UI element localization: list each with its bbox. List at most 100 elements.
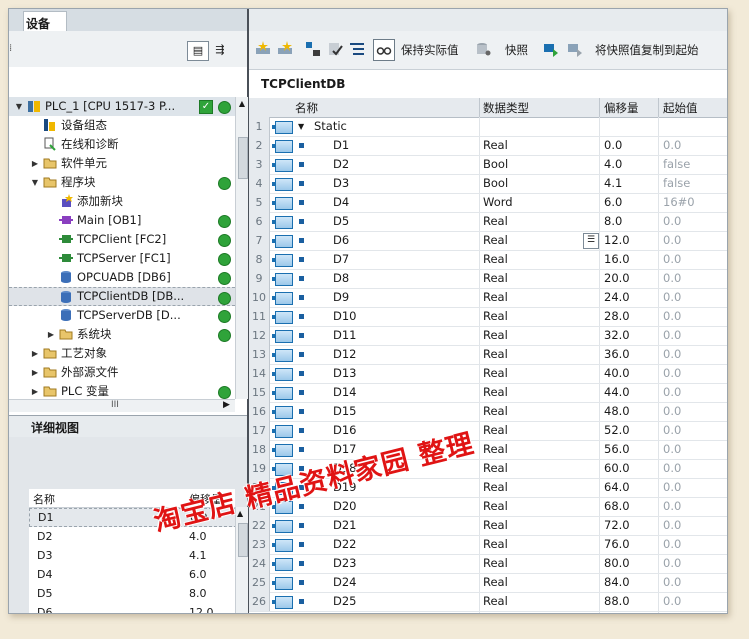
db-var-name[interactable]: D8 xyxy=(333,269,349,288)
row-number[interactable]: 17 xyxy=(249,421,270,440)
db-var-type[interactable]: Real xyxy=(483,459,508,478)
tree-item[interactable]: ▶ PLC 变量 xyxy=(9,382,235,399)
db-var-name[interactable]: D13 xyxy=(333,364,357,383)
scroll-right-icon[interactable]: ▶ xyxy=(223,400,230,410)
db-var-type[interactable]: Real xyxy=(483,326,508,345)
db-var-start-value[interactable]: 0.0 xyxy=(663,136,681,155)
expand-arrow-icon[interactable]: ▶ xyxy=(31,382,39,399)
copy-snapshot-to-start-button[interactable]: 将快照值复制到起始 xyxy=(595,42,699,58)
db-row[interactable]: 12 D11 Real 32.0 0.0 xyxy=(249,326,727,346)
db-var-start-value[interactable]: 0.0 xyxy=(663,212,681,231)
db-row[interactable]: 13 D12 Real 36.0 0.0 xyxy=(249,345,727,365)
row-number[interactable]: 8 xyxy=(249,250,270,269)
db-row[interactable]: 11 D10 Real 28.0 0.0 xyxy=(249,307,727,327)
row-number[interactable]: 9 xyxy=(249,269,270,288)
db-row[interactable]: 5 D4 Word 6.0 16#0 xyxy=(249,193,727,213)
tree-item[interactable]: TCPServer [FC1] xyxy=(9,249,235,268)
db-row[interactable]: 17 D16 Real 52.0 0.0 xyxy=(249,421,727,441)
monitor-all-button[interactable] xyxy=(373,39,395,61)
detail-row[interactable]: D5 8.0 xyxy=(29,584,235,603)
db-var-name[interactable]: D25 xyxy=(333,592,357,611)
row-number[interactable]: 15 xyxy=(249,383,270,402)
overview-button[interactable]: ▤ xyxy=(187,41,209,61)
db-var-name[interactable]: D15 xyxy=(333,402,357,421)
row-number[interactable]: 16 xyxy=(249,402,270,421)
row-number[interactable]: 1 xyxy=(249,117,270,136)
db-var-name[interactable]: D5 xyxy=(333,212,349,231)
expand-arrow-icon[interactable]: ▶ xyxy=(31,154,39,173)
detail-row[interactable]: D3 4.1 xyxy=(29,546,235,565)
db-var-type[interactable]: Real xyxy=(483,345,508,364)
row-number[interactable]: 3 xyxy=(249,155,270,174)
db-var-type[interactable]: Real xyxy=(483,440,508,459)
db-var-start-value[interactable]: 0.0 xyxy=(663,478,681,497)
db-var-type[interactable]: Real xyxy=(483,421,508,440)
db-var-name[interactable]: D14 xyxy=(333,383,357,402)
col-type[interactable]: 数据类型 xyxy=(483,100,529,116)
row-number[interactable]: 11 xyxy=(249,307,270,326)
scroll-up-icon[interactable]: ▲ xyxy=(237,99,247,109)
db-var-name[interactable]: D12 xyxy=(333,345,357,364)
snapshot-icon[interactable] xyxy=(475,41,491,57)
db-var-start-value[interactable]: 0.0 xyxy=(663,326,681,345)
db-var-start-value[interactable]: 0.0 xyxy=(663,250,681,269)
row-number[interactable]: 22 xyxy=(249,516,270,535)
snapshot-button[interactable]: 快照 xyxy=(505,42,528,58)
detail-row[interactable]: D4 6.0 xyxy=(29,565,235,584)
db-var-start-value[interactable]: 0.0 xyxy=(663,535,681,554)
row-number[interactable]: 24 xyxy=(249,554,270,573)
row-number[interactable]: 6 xyxy=(249,212,270,231)
detail-row[interactable]: D2 4.0 xyxy=(29,527,235,546)
tree-item[interactable]: 设备组态 xyxy=(9,116,235,135)
db-row[interactable]: 8 D7 Real 16.0 0.0 xyxy=(249,250,727,270)
db-var-name[interactable]: Static xyxy=(314,117,347,136)
tree-horizontal-scrollbar[interactable]: III ▶ xyxy=(9,399,235,412)
tree-item[interactable]: ▶ 工艺对象 xyxy=(9,344,235,363)
row-number[interactable]: 7 xyxy=(249,231,270,250)
db-var-type[interactable]: Word xyxy=(483,193,513,212)
tree-item[interactable]: 添加新块 xyxy=(9,192,235,211)
tree-item[interactable]: 在线和诊断 xyxy=(9,135,235,154)
keep-actual-values-button[interactable]: 保持实际值 xyxy=(401,42,459,58)
db-var-type[interactable]: Real xyxy=(483,535,508,554)
row-number[interactable]: 4 xyxy=(249,174,270,193)
collapse-arrow-icon[interactable]: ▼ xyxy=(15,97,23,116)
db-var-name[interactable]: D7 xyxy=(333,250,349,269)
db-var-start-value[interactable]: 0.0 xyxy=(663,364,681,383)
db-var-start-value[interactable]: 0.0 xyxy=(663,516,681,535)
row-number[interactable]: 13 xyxy=(249,345,270,364)
db-var-type[interactable]: Real xyxy=(483,288,508,307)
db-var-type[interactable]: Real xyxy=(483,383,508,402)
tree-item[interactable]: Main [OB1] xyxy=(9,211,235,230)
db-var-start-value[interactable]: 0.0 xyxy=(663,402,681,421)
db-row[interactable]: 22 D21 Real 72.0 0.0 xyxy=(249,516,727,536)
db-row[interactable]: 1 ▼ Static xyxy=(249,117,727,137)
db-var-start-value[interactable]: 0.0 xyxy=(663,421,681,440)
list-icon[interactable] xyxy=(349,41,365,57)
db-var-type[interactable]: Bool xyxy=(483,155,508,174)
device-view-icon[interactable]: ⇶ xyxy=(210,41,230,59)
type-picker-button[interactable]: ☰ xyxy=(583,233,599,249)
db-var-type[interactable]: Real xyxy=(483,554,508,573)
db-var-name[interactable]: D20 xyxy=(333,497,357,516)
col-offset[interactable]: 偏移量 xyxy=(604,100,639,116)
db-var-start-value[interactable]: false xyxy=(663,174,690,193)
db-var-name[interactable]: D10 xyxy=(333,307,357,326)
db-var-start-value[interactable]: 0.0 xyxy=(663,307,681,326)
db-row[interactable]: 23 D22 Real 76.0 0.0 xyxy=(249,535,727,555)
db-var-type[interactable]: Real xyxy=(483,269,508,288)
add-row-icon[interactable] xyxy=(277,41,293,57)
load-start-values-icon[interactable] xyxy=(567,41,583,57)
detail-view-header[interactable]: 详细视图 xyxy=(9,415,247,438)
expand-arrow-icon[interactable]: ▶ xyxy=(31,363,39,382)
db-var-name[interactable]: D21 xyxy=(333,516,357,535)
db-var-type[interactable]: Real xyxy=(483,364,508,383)
db-row[interactable]: 3 D2 Bool 4.0 false xyxy=(249,155,727,175)
expand-arrow-icon[interactable]: ▶ xyxy=(31,344,39,363)
db-var-type[interactable]: Real xyxy=(483,307,508,326)
db-var-name[interactable]: D4 xyxy=(333,193,349,212)
db-row[interactable]: 10 D9 Real 24.0 0.0 xyxy=(249,288,727,308)
db-var-name[interactable]: D3 xyxy=(333,174,349,193)
row-number[interactable]: 2 xyxy=(249,136,270,155)
db-var-type[interactable]: Real xyxy=(483,516,508,535)
